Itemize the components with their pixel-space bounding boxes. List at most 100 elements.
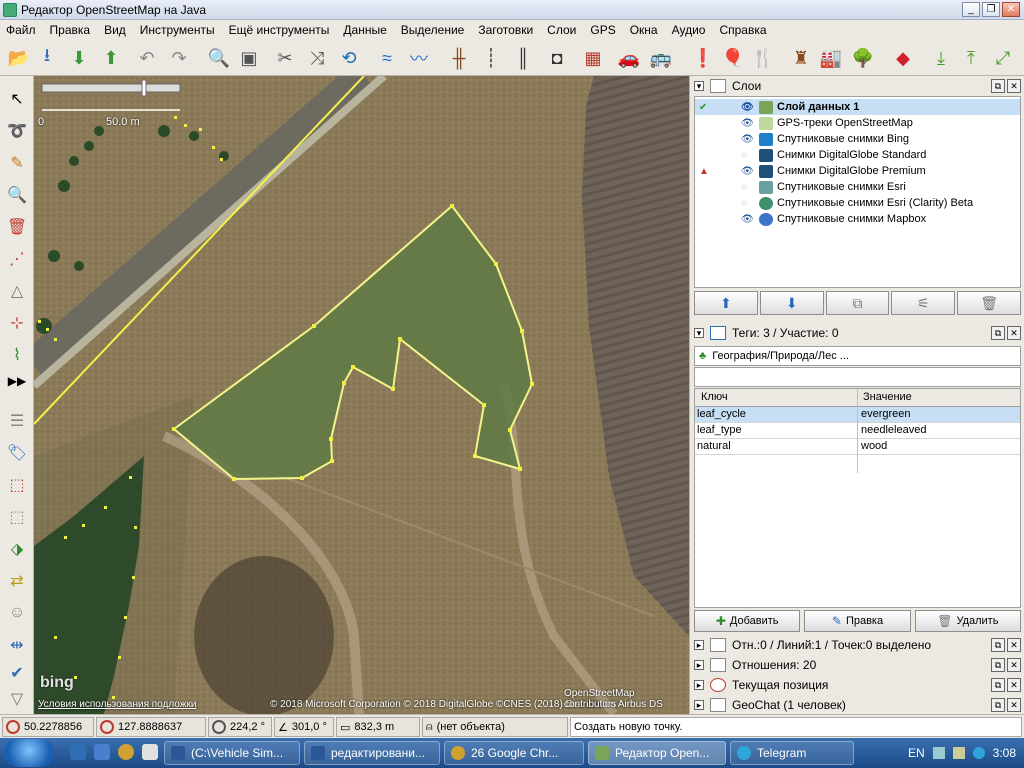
improve-way-tool-icon[interactable]: ⊹ [4,310,30,336]
terms-of-use-link[interactable]: Условия использования подложки [38,699,196,710]
hidden-eye-icon[interactable]: ○ [741,150,755,161]
parallel-tool-icon[interactable]: ⋰ [4,246,30,272]
search-icon[interactable]: 🔍 [206,45,232,71]
desktop-quicklaunch-icon[interactable] [94,744,110,760]
menu-tools[interactable]: Инструменты [140,23,215,37]
merge-layer-button[interactable]: ⧉ [825,291,890,315]
close-panel-icon[interactable]: ✕ [1007,698,1021,712]
menu-view[interactable]: Вид [104,23,126,37]
close-panel-icon[interactable]: ✕ [1007,678,1021,692]
taskbar-item[interactable]: редактировани... [304,741,440,765]
layer-row[interactable]: 👁 GPS-треки OpenStreetMap [695,115,1020,131]
detach-panel-icon[interactable]: ⧉ [991,698,1005,712]
water-preset-icon[interactable]: 〰 [406,45,432,71]
layer-row[interactable]: 👁 Спутниковые снимки Mapbox [695,211,1020,227]
misc-quicklaunch-icon[interactable] [142,744,158,760]
more-tools-icon[interactable]: ▶▶ [4,368,30,394]
preset-link[interactable]: ♣ География/Природа/Лес ... [694,346,1021,366]
taskbar-item[interactable]: 26 Google Chr... [444,741,584,765]
close-panel-icon[interactable]: ✕ [1007,79,1021,93]
menu-windows[interactable]: Окна [630,23,658,37]
path-preset-icon[interactable]: ║ [510,45,536,71]
explorer-quicklaunch-icon[interactable] [70,744,86,760]
close-button[interactable]: ✕ [1002,2,1020,17]
telegram-tray-icon[interactable] [972,747,985,759]
car-preset-icon[interactable]: 🚗 [616,45,642,71]
expand-toggle-icon[interactable]: ▸ [694,640,704,650]
menu-file[interactable]: Файл [6,23,36,37]
scale-slider-thumb[interactable] [141,79,147,97]
layer-row[interactable]: ○ Снимки DigitalGlobe Standard [695,147,1020,163]
hidden-eye-icon[interactable]: ○ [741,198,755,209]
balloons-preset-icon[interactable]: 🎈 [720,45,746,71]
visible-eye-icon[interactable]: 👁 [741,214,755,225]
language-indicator[interactable]: EN [908,746,925,760]
visible-eye-icon[interactable]: 👁 [741,134,755,145]
toggle-commands-icon[interactable]: ⇹ [4,632,30,658]
latitude-field[interactable]: 50.2278856 [2,717,94,737]
tag-key[interactable]: leaf_cycle [697,408,746,420]
redo-icon[interactable]: ↷ [166,45,192,71]
key-column-header[interactable]: Ключ [701,391,728,403]
close-panel-icon[interactable]: ✕ [1007,658,1021,672]
toggle-validation-icon[interactable]: ✔ [4,660,30,686]
layers-panel-header[interactable]: ▾ Слои ⧉ ✕ [694,76,1021,96]
longitude-field[interactable]: 127.8888637 [96,717,206,737]
menu-more-tools[interactable]: Ещё инструменты [229,23,330,37]
menu-audio[interactable]: Аудио [672,23,706,37]
undo-icon[interactable]: ↶ [134,45,160,71]
position-panel-header[interactable]: ▸ Текущая позиция ⧉ ✕ [694,675,1021,695]
volume-icon[interactable] [952,747,965,759]
railway-preset-icon[interactable]: ╫ [446,45,472,71]
toggle-filter-icon[interactable]: ▽ [4,686,30,712]
toggle-layers-icon[interactable]: ☰ [4,408,30,434]
toggle-relations-icon[interactable]: ⬚ [4,504,30,530]
menu-edit[interactable]: Правка [50,23,91,37]
open-location-icon[interactable]: ⭳ [34,45,60,71]
split-way-icon[interactable]: ✂ [272,45,298,71]
lasso-tool-icon[interactable]: ➰ [4,118,30,144]
layer-row[interactable]: ○ Спутниковые снимки Esri [695,179,1020,195]
map-view[interactable]: 0 50.0 m bing Условия использования подл… [34,76,689,714]
toggle-tags-icon[interactable]: 🏷 [4,440,30,466]
layer-row[interactable]: 👁 Спутниковые снимки Bing [695,131,1020,147]
close-panel-icon[interactable]: ✕ [1007,326,1021,340]
taskbar-item[interactable]: (C:\Vehicle Sim... [164,741,300,765]
collapse-toggle-icon[interactable]: ▾ [694,328,704,338]
menu-help[interactable]: Справка [719,23,766,37]
traffic-light-preset-icon[interactable]: ◘ [544,45,570,71]
layer-row[interactable]: ○ Спутниковые снимки Esri (Clarity) Beta [695,195,1020,211]
menu-gps[interactable]: GPS [590,23,615,37]
tree-preset-icon[interactable]: 🌳 [850,45,876,71]
detach-panel-icon[interactable]: ⧉ [991,326,1005,340]
download-icon[interactable]: ⬇ [66,45,92,71]
tag-value[interactable]: wood [861,440,887,452]
preferences-icon[interactable]: ▣ [236,45,262,71]
industrial-preset-icon[interactable]: 🏭 [818,45,844,71]
toggle-history-icon[interactable]: ⬗ [4,536,30,562]
menu-selection[interactable]: Выделение [401,23,465,37]
chrome-quicklaunch-icon[interactable] [118,744,134,760]
road-preset-icon[interactable]: ┊ [478,45,504,71]
zoom-tool-icon[interactable]: 🔍 [4,182,30,208]
detach-panel-icon[interactable]: ⧉ [991,678,1005,692]
tag-value[interactable]: evergreen [861,408,911,420]
open-file-icon[interactable]: 📂 [6,45,32,71]
reverse-way-icon[interactable]: ⟲ [336,45,362,71]
expand-toggle-icon[interactable]: ▸ [694,660,704,670]
minimize-button[interactable]: _ [962,2,980,17]
move-up-button[interactable]: ⬆ [694,291,758,315]
hidden-eye-icon[interactable]: ○ [741,182,755,193]
zoom-to-fit-icon[interactable]: ⤢ [990,45,1016,71]
close-panel-icon[interactable]: ✕ [1007,638,1021,652]
draw-tool-icon[interactable]: ✎ [4,150,30,176]
warning-preset-icon[interactable]: ❗ [690,45,716,71]
relations-panel-header[interactable]: ▸ Отношения: 20 ⧉ ✕ [694,655,1021,675]
upload-icon[interactable]: ⬆ [98,45,124,71]
delete-layer-button[interactable]: 🗑 [957,291,1021,315]
menu-presets[interactable]: Заготовки [478,23,533,37]
menu-data[interactable]: Данные [343,23,386,37]
taskbar-item[interactable]: Telegram [730,741,854,765]
start-button[interactable] [4,739,54,767]
geochat-panel-header[interactable]: ▸ GeoChat (1 человек) ⧉ ✕ [694,695,1021,715]
